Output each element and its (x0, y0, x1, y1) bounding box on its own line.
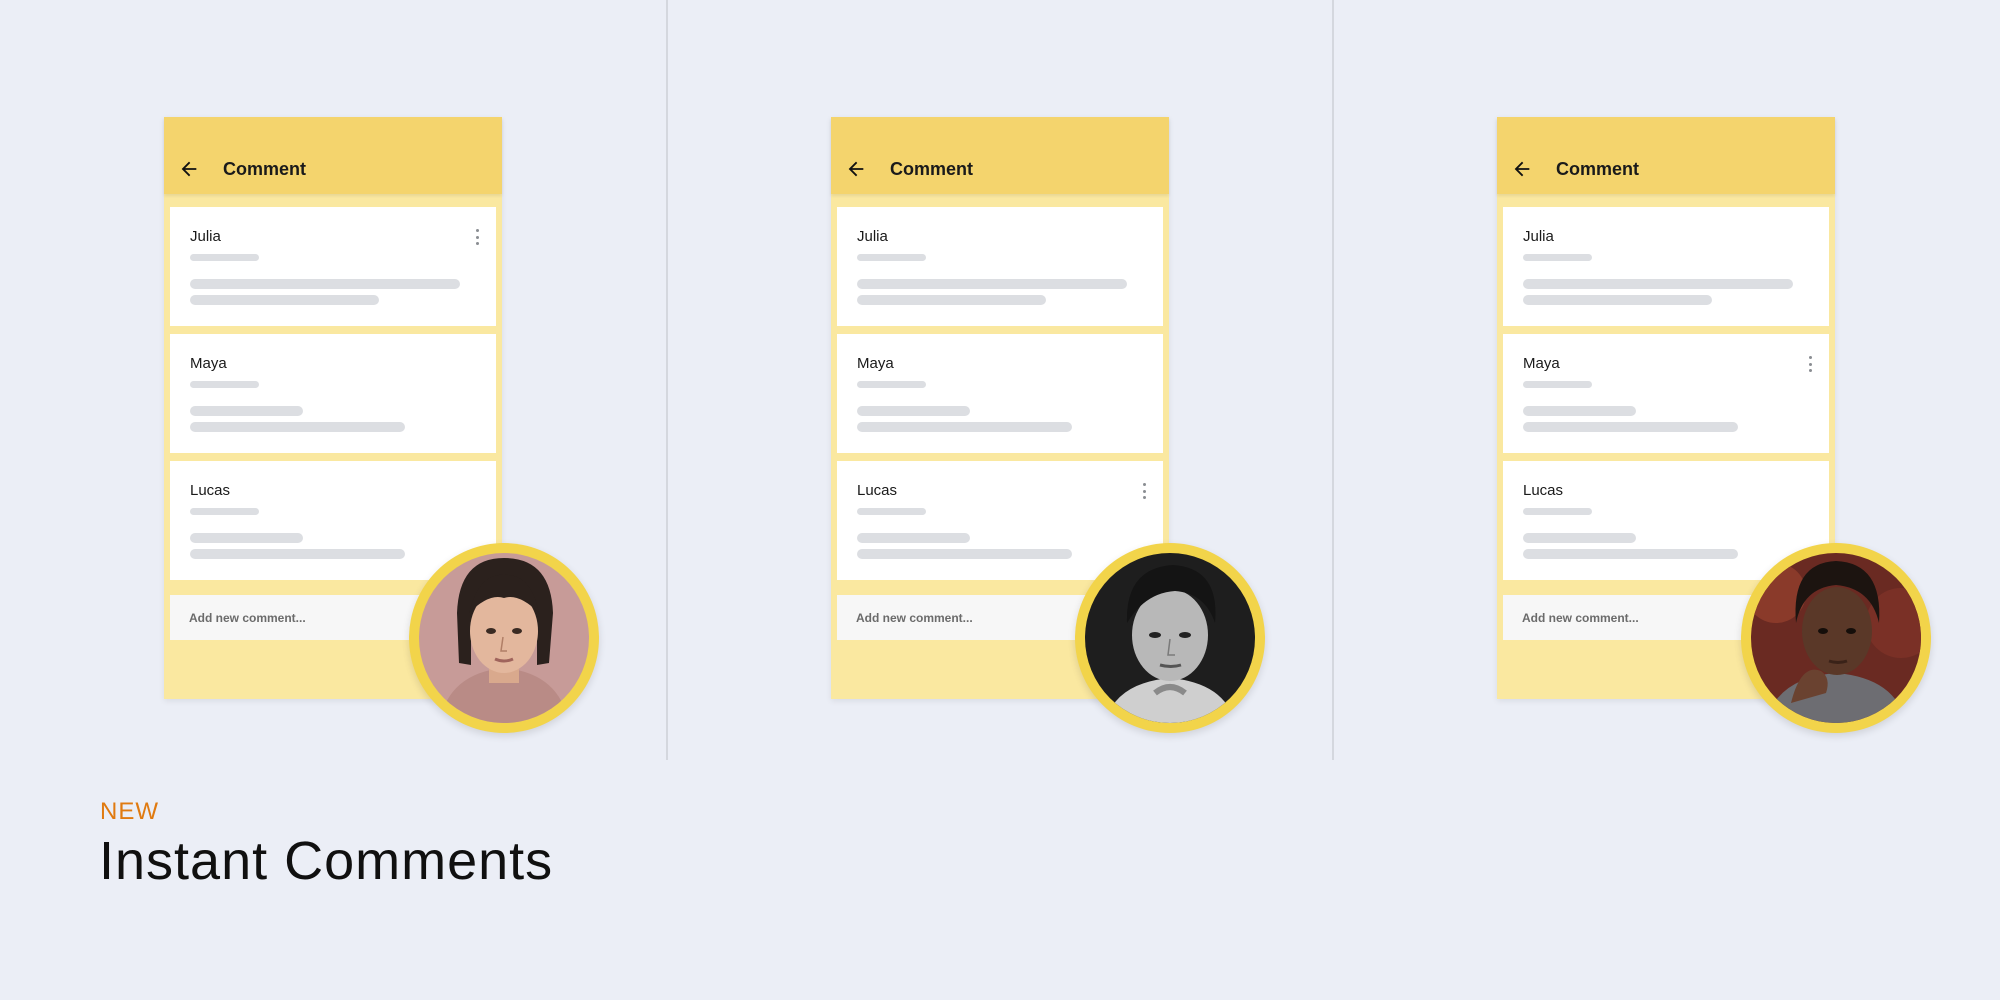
comment-author: Lucas (190, 482, 231, 499)
man-portrait-image (1085, 553, 1255, 723)
comment-author: Julia (1523, 228, 1554, 245)
comment-author: Lucas (857, 482, 898, 499)
panel-title: Comment (1556, 159, 1640, 179)
comment-author: Julia (190, 228, 221, 245)
person-portrait-image (1751, 553, 1921, 723)
placeholder-line (1523, 381, 1592, 388)
panel-header: Comment (1497, 117, 1835, 194)
placeholder-line (1523, 508, 1592, 515)
comment-card[interactable]: Julia (1503, 207, 1829, 326)
arrow-left-icon[interactable] (845, 158, 867, 180)
feature-title: Instant Comments (99, 831, 554, 891)
placeholder-line (190, 549, 405, 559)
placeholder-line (1523, 422, 1738, 432)
column-divider (666, 0, 668, 760)
placeholder-line (1523, 295, 1712, 305)
comment-author: Maya (857, 355, 894, 372)
comment-author: Julia (857, 228, 888, 245)
placeholder-line (190, 533, 303, 543)
placeholder-line (1523, 279, 1793, 289)
placeholder-line (857, 295, 1046, 305)
comment-card[interactable]: Maya (837, 334, 1163, 453)
comment-card[interactable]: Julia (170, 207, 496, 326)
column-divider (1332, 0, 1334, 760)
placeholder-line (1523, 254, 1592, 261)
placeholder-line (190, 381, 259, 388)
placeholder-line (190, 279, 460, 289)
panel-header: Comment (164, 117, 502, 194)
placeholder-line (190, 406, 303, 416)
comment-card[interactable]: Maya (170, 334, 496, 453)
user-avatar[interactable] (1741, 543, 1931, 733)
placeholder-line (857, 279, 1127, 289)
showcase: Comment Julia Maya Lucas C (0, 0, 2000, 1000)
panel-title: Comment (223, 159, 307, 179)
placeholder-line (857, 549, 1072, 559)
placeholder-line (857, 381, 926, 388)
comment-author: Maya (190, 355, 227, 372)
placeholder-line (1523, 549, 1738, 559)
new-badge: NEW (100, 798, 159, 825)
placeholder-line (190, 508, 259, 515)
arrow-left-icon[interactable] (1511, 158, 1533, 180)
panel-header: Comment (831, 117, 1169, 194)
placeholder-line (857, 254, 926, 261)
placeholder-line (857, 508, 926, 515)
user-avatar[interactable] (1075, 543, 1265, 733)
more-vertical-icon[interactable] (474, 229, 480, 245)
comment-author: Maya (1523, 355, 1560, 372)
panel-title: Comment (890, 159, 974, 179)
arrow-left-icon[interactable] (178, 158, 200, 180)
comment-card[interactable]: Maya (1503, 334, 1829, 453)
woman-portrait-image (419, 553, 589, 723)
comment-author: Lucas (1523, 482, 1564, 499)
placeholder-line (190, 295, 379, 305)
more-vertical-icon[interactable] (1141, 483, 1147, 499)
comment-card[interactable]: Julia (837, 207, 1163, 326)
placeholder-line (857, 422, 1072, 432)
placeholder-line (1523, 406, 1636, 416)
more-vertical-icon[interactable] (1807, 356, 1813, 372)
placeholder-line (1523, 533, 1636, 543)
placeholder-line (190, 422, 405, 432)
placeholder-line (190, 254, 259, 261)
user-avatar[interactable] (409, 543, 599, 733)
placeholder-line (857, 533, 970, 543)
placeholder-line (857, 406, 970, 416)
